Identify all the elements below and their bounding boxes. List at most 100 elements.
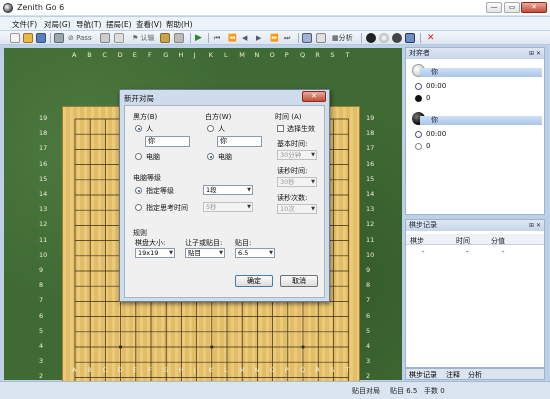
column-coordinate: G [163,51,169,59]
toolbar-separator [298,33,299,43]
row-coordinate: 13 [39,205,48,214]
row-coordinate: 15 [39,174,48,183]
menu-game[interactable]: 对局(G) [44,19,71,30]
players-panel-header: 对弈者 ⊞ ✕ [406,48,544,59]
open-file-icon[interactable] [23,33,33,43]
window-title: Zenith Go 6 [17,3,65,12]
column-coordinate: R [315,366,320,374]
row-coordinate: 14 [39,190,48,198]
table-row[interactable]: - - - [406,247,544,257]
column-coordinate: D [117,51,123,59]
white-computer-label: 电脑 [218,153,232,161]
menu-help[interactable]: 帮助(H) [166,19,193,30]
mixed-stone-icon[interactable] [392,33,402,43]
column-coordinate: J [193,51,196,59]
white-captures: 0 [426,94,431,102]
tab-analysis[interactable]: 分析 [468,370,482,380]
column-coordinate: K [208,51,214,59]
label-icon[interactable] [405,33,415,43]
maximize-button[interactable]: ▭ [504,2,520,13]
handicap-value: 贴目 [188,249,201,257]
menu-navigate[interactable]: 导航(T) [76,19,101,30]
grid-icon[interactable] [316,33,326,43]
menu-setup[interactable]: 摆局(E) [106,19,132,30]
undo-icon[interactable] [100,33,110,43]
row-coordinate: 2 [39,372,44,381]
base-time-select[interactable]: 30分钟 ▼ [277,150,317,160]
column-move[interactable]: 棋步 [410,236,424,246]
komi-select[interactable]: 6.5 ▼ [235,248,275,258]
tab-move-record[interactable]: 棋步记录 [409,370,437,380]
black-player-name: 你 [420,116,542,125]
back-icon[interactable]: ◀ [242,33,247,43]
score-icon[interactable] [160,33,170,43]
row-coordinate: 15 [366,174,375,183]
column-coordinate: P [284,366,289,374]
black-heading: 黑方(B) [133,113,158,121]
dialog-close-button[interactable]: ✕ [302,91,326,102]
board-size-select[interactable]: 19x19 ▼ [135,248,175,258]
black-name-field[interactable]: 你 [145,136,190,147]
print-icon[interactable] [54,33,64,43]
tab-comments[interactable]: 注释 [446,370,460,380]
white-player-name: 你 [420,68,542,77]
white-human-radio[interactable] [207,125,214,132]
fixed-level-radio[interactable] [135,187,142,194]
column-coordinate: A [72,51,77,59]
moves-panel-title: 棋步记录 [409,221,437,229]
white-stone-icon[interactable] [379,33,389,43]
fixed-level-select[interactable]: 1段 ▼ [203,185,253,195]
chevron-down-icon: ▼ [169,250,173,256]
black-human-radio[interactable] [135,125,142,132]
hint-icon[interactable] [114,33,124,43]
chevron-down-icon: ▼ [311,206,315,212]
resign-button[interactable]: ⚑ 认输 [132,33,155,43]
edit-icon[interactable] [174,33,184,43]
menu-view[interactable]: 查看(V) [136,19,162,30]
last-move-icon[interactable]: ⏭ [284,33,290,43]
analyze-button[interactable]: ▦分析 [332,33,353,43]
ok-button[interactable]: 确定 [235,275,273,287]
black-computer-radio[interactable] [135,153,142,160]
byo-count-select[interactable]: 10次 ▼ [277,204,317,214]
level-heading: 电脑等级 [133,174,161,182]
close-window-button[interactable]: ✕ [521,2,547,13]
forward-icon[interactable]: ▶ [256,33,261,43]
black-computer-label: 电脑 [146,153,160,161]
first-move-icon[interactable]: ⏮ [214,33,220,43]
black-stone-icon[interactable] [366,33,376,43]
row-coordinate: 10 [366,250,375,259]
forward-ten-icon[interactable]: ⏩ [270,33,279,43]
menu-file[interactable]: 文件(F) [12,19,37,30]
minimize-button[interactable]: — [486,2,502,13]
players-panel: 对弈者 ⊞ ✕ 你 00:00 0 你 00:00 0 [405,47,545,215]
byo-time-select[interactable]: 30秒 ▼ [277,177,317,187]
save-icon[interactable] [36,33,46,43]
resign-label: 认输 [140,34,155,42]
column-score[interactable]: 分值 [491,236,505,246]
row-coordinate: 16 [366,159,375,168]
think-time-select[interactable]: 5秒 ▼ [203,202,253,212]
column-time[interactable]: 时间 [456,236,470,246]
pin-icon[interactable]: ⊞ ✕ [529,48,541,59]
think-time-radio[interactable] [135,204,142,211]
handicap-select[interactable]: 贴目 ▼ [185,248,225,258]
stone-view-icon[interactable] [302,33,312,43]
new-game-icon[interactable] [10,33,20,43]
white-computer-radio[interactable] [207,153,214,160]
delete-icon[interactable]: ✕ [427,33,435,43]
moves-panel-header: 棋步记录 ⊞ ✕ [406,220,544,231]
pass-button[interactable]: ⊘ Pass [68,33,92,43]
play-icon[interactable]: ▶ [195,33,202,43]
players-panel-title: 对弈者 [409,49,430,57]
white-name-field[interactable]: 你 [217,136,262,147]
app-go-stone-icon [3,3,13,13]
chevron-down-icon: ▼ [247,204,251,210]
back-ten-icon[interactable]: ⏪ [228,33,237,43]
pin-icon[interactable]: ⊞ ✕ [529,220,541,231]
column-coordinate: O [269,366,275,374]
time-enable-checkbox[interactable] [277,125,284,132]
cancel-button[interactable]: 取消 [280,275,318,287]
row-coordinate: 8 [366,281,371,290]
column-coordinate: H [178,366,184,374]
